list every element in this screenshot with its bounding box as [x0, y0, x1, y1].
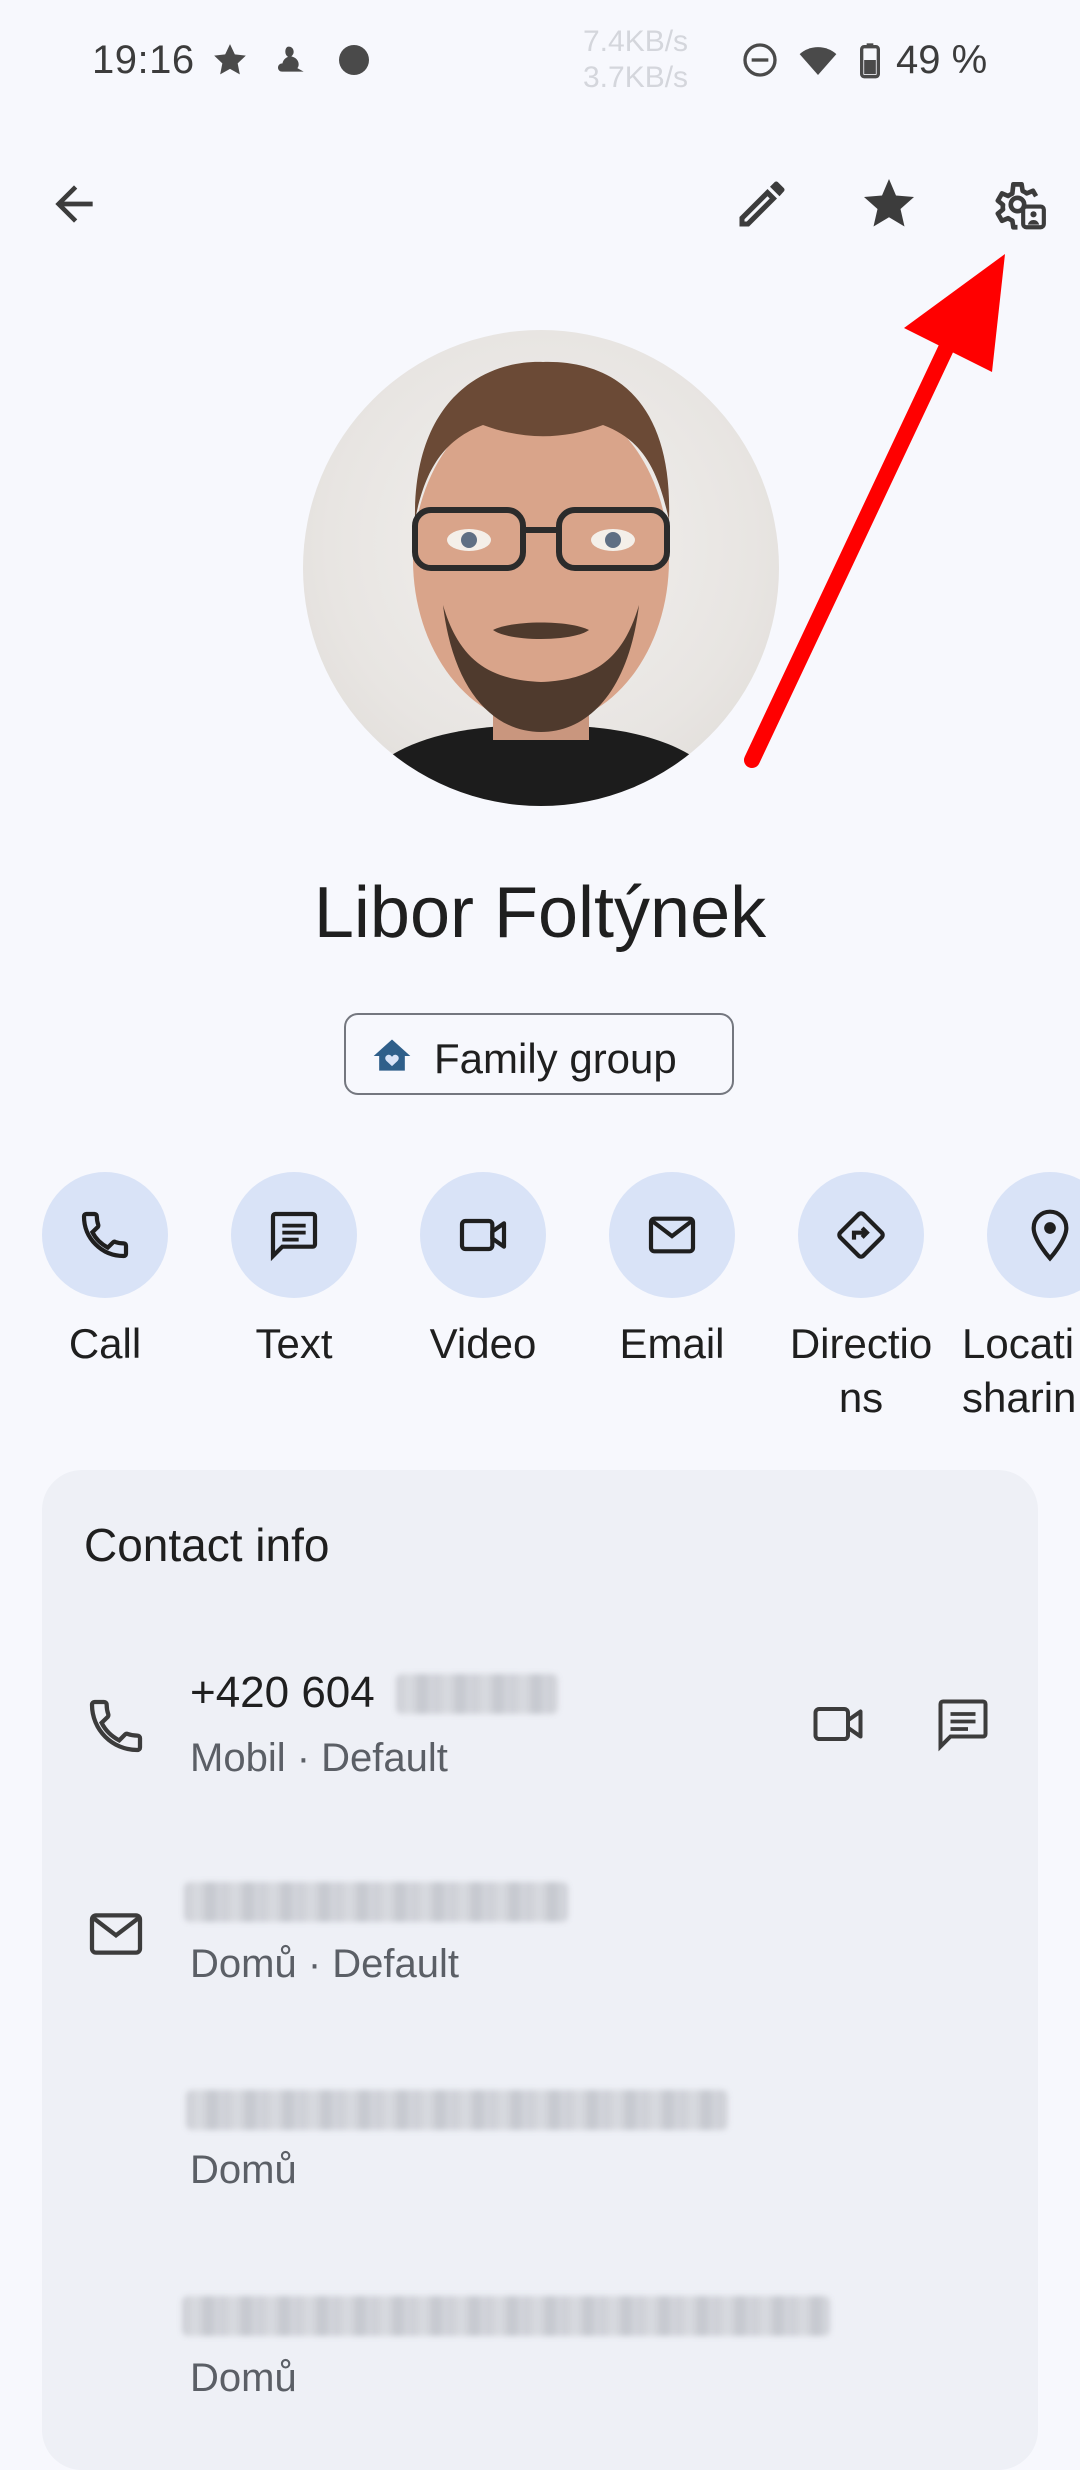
star-icon	[214, 44, 246, 75]
redacted-email-3[interactable]	[182, 2296, 830, 2336]
annotation-arrow	[744, 254, 1005, 768]
edit-pencil-icon	[739, 181, 785, 227]
video-action-label: Video	[429, 1320, 537, 1367]
location-sharing-action-label: Locati sharin	[962, 1320, 1077, 1421]
email-action-label: Email	[619, 1320, 725, 1367]
video-icon	[459, 1218, 507, 1252]
contact-settings-button[interactable]	[970, 156, 1066, 252]
network-speed-up: 7.4KB/s	[583, 25, 689, 58]
directions-action-button[interactable]	[798, 1172, 924, 1298]
network-speed: 7.4KB/s 3.7KB/s	[583, 24, 688, 96]
family-group-chip[interactable]: Family group	[344, 1013, 734, 1095]
contact-info-title: Contact info	[84, 1519, 330, 1571]
contact-photo	[343, 361, 739, 806]
location-sharing-action-button[interactable]	[987, 1172, 1080, 1298]
battery-icon	[860, 43, 880, 79]
phone-type: Mobil · Default	[190, 1736, 448, 1780]
app-notification-icon	[278, 46, 304, 72]
wifi-icon	[799, 47, 837, 75]
back-arrow-icon	[55, 185, 93, 223]
edit-button[interactable]	[714, 156, 810, 252]
directions-icon	[837, 1211, 885, 1259]
location-sharing-label-clip: Locati sharin	[962, 1317, 1080, 1437]
phone-icon	[81, 1211, 129, 1259]
do-not-disturb-icon	[743, 43, 777, 77]
redacted-email-2[interactable]	[186, 2090, 728, 2130]
phone-video-call-button[interactable]	[790, 1676, 886, 1772]
family-home-icon	[373, 1039, 411, 1071]
call-action-button[interactable]	[42, 1172, 168, 1298]
contact-name: Libor Foltýnek	[313, 873, 767, 953]
family-group-label: Family group	[434, 1035, 677, 1082]
phone-number[interactable]: +420 604	[190, 1668, 375, 1718]
redacted-email-1[interactable]	[184, 1882, 568, 1922]
status-time: 19:16	[92, 38, 195, 82]
video-icon	[813, 1707, 863, 1741]
favorite-button[interactable]	[841, 156, 937, 252]
redacted-phone-digits	[396, 1674, 558, 1714]
text-action-button[interactable]	[231, 1172, 357, 1298]
circle-icon	[339, 45, 369, 75]
message-icon	[938, 1699, 988, 1752]
contact-settings-icon	[995, 182, 1046, 230]
directions-action-label: Directio ns	[789, 1320, 933, 1421]
email-3-type: Domů	[190, 2356, 297, 2400]
star-icon	[864, 179, 914, 227]
email-1-type: Domů · Default	[190, 1942, 459, 1986]
email-action-button[interactable]	[609, 1172, 735, 1298]
mail-icon	[89, 1913, 143, 1955]
location-pin-icon	[1031, 1209, 1069, 1262]
phone-icon	[89, 1699, 143, 1753]
email-2-type: Domů	[190, 2148, 297, 2192]
status-bar: 19:16 7.4KB/s 3.7KB/s 49 %	[0, 0, 1080, 125]
contact-avatar[interactable]	[303, 330, 779, 806]
battery-percent: 49 %	[896, 38, 988, 82]
mail-icon	[648, 1216, 696, 1254]
text-action-label: Text	[255, 1320, 333, 1367]
phone-message-button[interactable]	[915, 1676, 1011, 1772]
call-action-label: Call	[68, 1320, 142, 1367]
message-icon	[270, 1211, 318, 1262]
network-speed-down: 3.7KB/s	[583, 61, 689, 94]
back-button[interactable]	[26, 156, 122, 252]
video-action-button[interactable]	[420, 1172, 546, 1298]
